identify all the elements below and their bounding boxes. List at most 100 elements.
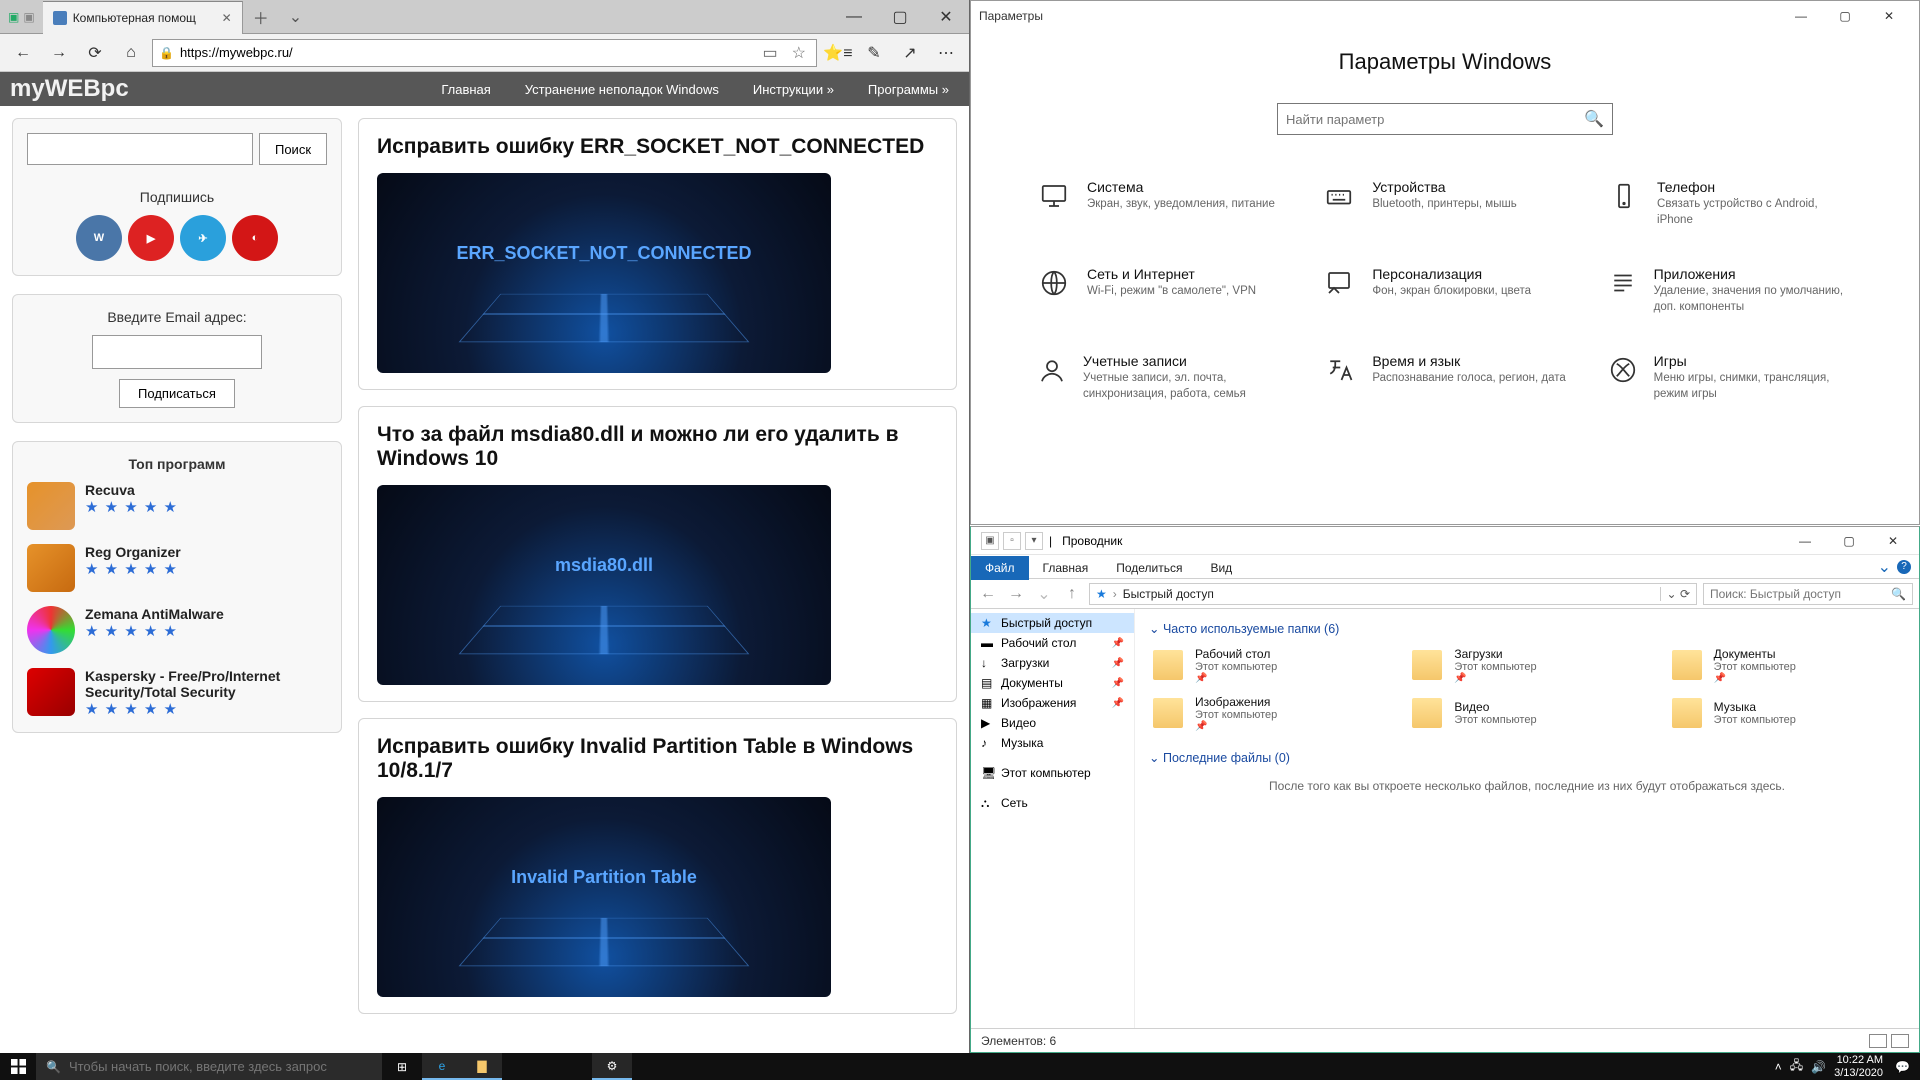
- explorer-titlebar[interactable]: ▣ ▫ ▾ | Проводник — ▢ ✕: [971, 527, 1919, 555]
- tray-network-icon[interactable]: 🖧: [1790, 1056, 1803, 1077]
- section-frequent-folders[interactable]: ⌄ Часто используемые папки (6): [1149, 621, 1905, 636]
- site-search-input[interactable]: [27, 133, 253, 165]
- new-tab-button[interactable]: ＋: [243, 0, 279, 33]
- nav-back-button[interactable]: ←: [8, 38, 38, 68]
- window-maximize-button[interactable]: ▢: [1823, 1, 1867, 31]
- explorer-up-button[interactable]: ↑: [1061, 585, 1083, 603]
- subscribe-button[interactable]: Подписаться: [119, 379, 235, 408]
- zen-icon[interactable]: ◐: [232, 215, 278, 261]
- folder-item[interactable]: ИзображенияЭтот компьютер📌: [1149, 694, 1386, 732]
- share-icon[interactable]: ↗: [895, 38, 925, 68]
- nav-link[interactable]: Программы »: [868, 82, 949, 97]
- ribbon-view-tab[interactable]: Вид: [1196, 556, 1246, 580]
- taskbar-search-input[interactable]: [69, 1059, 372, 1074]
- task-view-button[interactable]: ⊞: [382, 1053, 422, 1080]
- url-box[interactable]: 🔒 ▭ ☆: [152, 39, 817, 67]
- web-notes-icon[interactable]: ✎: [859, 38, 889, 68]
- window-maximize-button[interactable]: ▢: [1827, 527, 1871, 555]
- program-item[interactable]: Kaspersky - Free/Pro/Internet Security/T…: [27, 668, 327, 718]
- path-dropdown-icon[interactable]: ⌄: [1667, 587, 1677, 601]
- tray-volume-icon[interactable]: 🔊: [1811, 1060, 1826, 1074]
- settings-item-time-language[interactable]: Время и языкРаспознавание голоса, регион…: [1322, 353, 1567, 402]
- reading-view-icon[interactable]: ▭: [759, 43, 782, 63]
- explorer-recent-button[interactable]: ⌄: [1033, 584, 1055, 604]
- window-close-button[interactable]: ✕: [1871, 527, 1915, 555]
- settings-search-input[interactable]: [1286, 112, 1584, 127]
- tab-overflow-button[interactable]: ⌄: [279, 0, 312, 33]
- explorer-search-input[interactable]: [1710, 587, 1891, 601]
- settings-item-accounts[interactable]: Учетные записиУчетные записи, эл. почта,…: [1037, 353, 1282, 402]
- view-large-icons-icon[interactable]: [1891, 1034, 1909, 1048]
- site-search-button[interactable]: Поиск: [259, 133, 327, 165]
- program-item[interactable]: Reg Organizer★ ★ ★ ★ ★: [27, 544, 327, 592]
- explorer-back-button[interactable]: ←: [977, 585, 999, 603]
- nav-link[interactable]: Устранение неполадок Windows: [525, 82, 719, 97]
- site-logo[interactable]: myWEBpc: [0, 75, 139, 103]
- help-icon[interactable]: ?: [1897, 560, 1911, 574]
- nav-forward-button[interactable]: →: [44, 38, 74, 68]
- article-card[interactable]: Что за файл msdia80.dll и можно ли его у…: [358, 406, 957, 702]
- window-minimize-button[interactable]: —: [831, 0, 877, 33]
- nav-music[interactable]: ♪Музыка: [971, 733, 1134, 753]
- nav-desktop[interactable]: ▬Рабочий стол📌: [971, 633, 1134, 653]
- settings-titlebar[interactable]: Параметры — ▢ ✕: [971, 1, 1919, 31]
- taskbar-clock[interactable]: 10:22 AM 3/13/2020: [1834, 1054, 1887, 1078]
- ribbon-file-tab[interactable]: Файл: [971, 556, 1029, 580]
- settings-search-box[interactable]: 🔍: [1277, 103, 1613, 135]
- window-close-button[interactable]: ✕: [1867, 1, 1911, 31]
- program-item[interactable]: Zemana AntiMalware★ ★ ★ ★ ★: [27, 606, 327, 654]
- nav-downloads[interactable]: ↓Загрузки📌: [971, 653, 1134, 673]
- nav-documents[interactable]: ▤Документы📌: [971, 673, 1134, 693]
- more-icon[interactable]: ⋯: [931, 38, 961, 68]
- explorer-search[interactable]: 🔍: [1703, 583, 1913, 605]
- section-recent-files[interactable]: ⌄ Последние файлы (0): [1149, 750, 1905, 765]
- taskbar-explorer-icon[interactable]: ▇: [462, 1053, 502, 1080]
- favorite-star-icon[interactable]: ☆: [788, 43, 810, 63]
- vk-icon[interactable]: W: [76, 215, 122, 261]
- ribbon-expand-icon[interactable]: ⌄: [1878, 557, 1891, 577]
- settings-item-network[interactable]: Сеть и ИнтернетWi-Fi, режим "в самолете"…: [1037, 266, 1282, 315]
- nav-link[interactable]: Инструкции »: [753, 82, 834, 97]
- tab-close-icon[interactable]: ✕: [222, 11, 232, 25]
- settings-item-system[interactable]: СистемаЭкран, звук, уведомления, питание: [1037, 179, 1282, 228]
- settings-item-devices[interactable]: УстройстваBluetooth, принтеры, мышь: [1322, 179, 1567, 228]
- explorer-forward-button[interactable]: →: [1005, 585, 1027, 603]
- tray-chevron-up-icon[interactable]: ˄: [1775, 1060, 1782, 1074]
- nav-pictures[interactable]: ▦Изображения📌: [971, 693, 1134, 713]
- settings-item-phone[interactable]: ТелефонСвязать устройство с Android, iPh…: [1608, 179, 1853, 228]
- nav-reload-button[interactable]: ⟳: [80, 38, 110, 68]
- window-close-button[interactable]: ✕: [923, 0, 969, 33]
- article-card[interactable]: Исправить ошибку Invalid Partition Table…: [358, 718, 957, 1014]
- nav-link[interactable]: Главная: [441, 82, 490, 97]
- nav-thispc[interactable]: 🖥Этот компьютер: [971, 763, 1134, 783]
- url-input[interactable]: [180, 45, 753, 60]
- settings-item-apps[interactable]: ПриложенияУдаление, значения по умолчани…: [1608, 266, 1853, 315]
- taskbar-search[interactable]: 🔍: [36, 1053, 382, 1080]
- window-maximize-button[interactable]: ▢: [877, 0, 923, 33]
- folder-item[interactable]: ДокументыЭтот компьютер📌: [1668, 646, 1905, 684]
- folder-item[interactable]: Рабочий столЭтот компьютер📌: [1149, 646, 1386, 684]
- window-minimize-button[interactable]: —: [1779, 1, 1823, 31]
- window-minimize-button[interactable]: —: [1783, 527, 1827, 555]
- taskbar-settings-icon[interactable]: ⚙: [592, 1053, 632, 1080]
- qat-customize-icon[interactable]: ▾: [1025, 532, 1043, 550]
- view-details-icon[interactable]: [1869, 1034, 1887, 1048]
- nav-home-button[interactable]: ⌂: [116, 38, 146, 68]
- ribbon-share-tab[interactable]: Поделиться: [1102, 556, 1196, 580]
- nav-network[interactable]: ⛬Сеть: [971, 793, 1134, 813]
- nav-videos[interactable]: ▶Видео: [971, 713, 1134, 733]
- settings-item-personalization[interactable]: ПерсонализацияФон, экран блокировки, цве…: [1322, 266, 1567, 315]
- folder-item[interactable]: ЗагрузкиЭтот компьютер📌: [1408, 646, 1645, 684]
- favorites-list-icon[interactable]: ⭐≡: [823, 38, 853, 68]
- browser-tab-active[interactable]: Компьютерная помощ ✕: [43, 1, 243, 34]
- qat-newfolder-icon[interactable]: ▫: [1003, 532, 1021, 550]
- ribbon-home-tab[interactable]: Главная: [1029, 556, 1103, 580]
- settings-item-gaming[interactable]: ИгрыМеню игры, снимки, трансляция, режим…: [1608, 353, 1853, 402]
- youtube-icon[interactable]: ▶: [128, 215, 174, 261]
- program-item[interactable]: Recuva★ ★ ★ ★ ★: [27, 482, 327, 530]
- start-button[interactable]: [0, 1053, 36, 1080]
- email-input[interactable]: [92, 335, 262, 369]
- folder-item[interactable]: МузыкаЭтот компьютер: [1668, 694, 1905, 732]
- refresh-icon[interactable]: ⟳: [1680, 587, 1690, 601]
- explorer-path[interactable]: ★ › Быстрый доступ ⌄ ⟳: [1089, 583, 1697, 605]
